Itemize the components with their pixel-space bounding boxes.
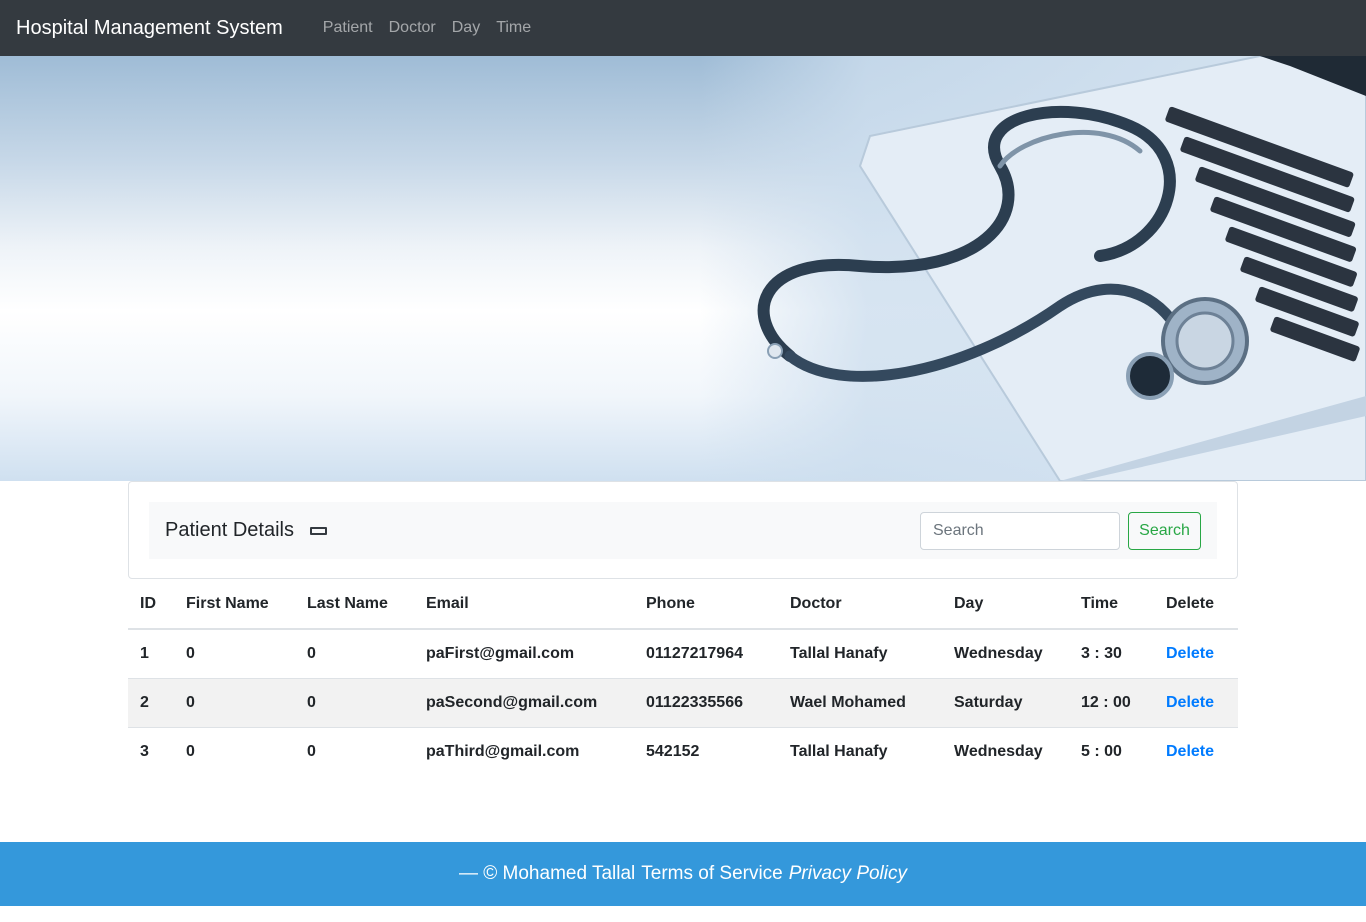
cell-last-name: 0: [295, 628, 414, 678]
nav-link-doctor[interactable]: Doctor: [389, 19, 436, 37]
nav-link-day[interactable]: Day: [452, 19, 480, 37]
cell-last-name: 0: [295, 677, 414, 727]
table-header-row: ID First Name Last Name Email Phone Doct…: [128, 580, 1238, 630]
cell-time: 3 : 30: [1069, 628, 1154, 678]
patient-table: ID First Name Last Name Email Phone Doct…: [128, 580, 1238, 776]
delete-link[interactable]: Delete: [1166, 743, 1214, 760]
cell-delete: Delete: [1154, 726, 1238, 776]
cell-phone: 542152: [634, 726, 778, 776]
cell-first-name: 0: [174, 677, 295, 727]
hero-banner: [0, 56, 1366, 481]
cell-doctor: Wael Mohamed: [778, 677, 942, 727]
stethoscope-laptop-image: [757, 56, 1366, 481]
cell-day: Wednesday: [942, 628, 1069, 678]
cell-time: 12 : 00: [1069, 677, 1154, 727]
header-last-name: Last Name: [295, 580, 414, 630]
cell-day: Saturday: [942, 677, 1069, 727]
patient-details-card: Patient Details Search: [128, 481, 1238, 579]
nav-link-patient[interactable]: Patient: [323, 19, 373, 37]
table-row: 3 0 0 paThird@gmail.com 542152 Tallal Ha…: [128, 726, 1238, 776]
header-email: Email: [414, 580, 634, 630]
header-doctor: Doctor: [778, 580, 942, 630]
cell-id: 3: [128, 726, 174, 776]
navbar: Hospital Management System Patient Docto…: [0, 0, 1366, 56]
cell-time: 5 : 00: [1069, 726, 1154, 776]
cell-first-name: 0: [174, 726, 295, 776]
footer-privacy-link[interactable]: Privacy Policy: [789, 863, 907, 885]
header-first-name: First Name: [174, 580, 295, 630]
footer-terms-link[interactable]: Terms of Service: [641, 863, 782, 885]
header-id: ID: [128, 580, 174, 630]
cell-doctor: Tallal Hanafy: [778, 628, 942, 678]
footer: — © Mohamed Tallal Terms of Service Priv…: [0, 842, 1366, 906]
delete-link[interactable]: Delete: [1166, 694, 1214, 711]
cell-day: Wednesday: [942, 726, 1069, 776]
cell-email: paSecond@gmail.com: [414, 677, 634, 727]
nav-link-time[interactable]: Time: [496, 19, 531, 37]
cell-last-name: 0: [295, 726, 414, 776]
footer-copyright: — © Mohamed Tallal: [458, 863, 636, 884]
card-header: Patient Details Search: [149, 502, 1217, 559]
cell-phone: 01127217964: [634, 628, 778, 678]
search-button[interactable]: Search: [1128, 511, 1201, 550]
delete-link[interactable]: Delete: [1166, 645, 1214, 662]
header-day: Day: [942, 580, 1069, 630]
cell-email: paThird@gmail.com: [414, 726, 634, 776]
cell-phone: 01122335566: [634, 677, 778, 727]
header-delete: Delete: [1154, 580, 1238, 630]
cell-delete: Delete: [1154, 628, 1238, 678]
cell-id: 1: [128, 628, 174, 678]
cell-doctor: Tallal Hanafy: [778, 726, 942, 776]
menu-toggle-icon[interactable]: [309, 526, 327, 535]
search-input[interactable]: [920, 511, 1120, 550]
cell-id: 2: [128, 677, 174, 727]
cell-email: paFirst@gmail.com: [414, 628, 634, 678]
header-time: Time: [1069, 580, 1154, 630]
search-form: Search: [920, 511, 1201, 550]
cell-first-name: 0: [174, 628, 295, 678]
table-row: 2 0 0 paSecond@gmail.com 01122335566 Wae…: [128, 677, 1238, 727]
header-phone: Phone: [634, 580, 778, 630]
cell-delete: Delete: [1154, 677, 1238, 727]
table-row: 1 0 0 paFirst@gmail.com 01127217964 Tall…: [128, 628, 1238, 678]
navbar-brand[interactable]: Hospital Management System: [16, 17, 283, 40]
page-title: Patient Details: [165, 519, 294, 541]
